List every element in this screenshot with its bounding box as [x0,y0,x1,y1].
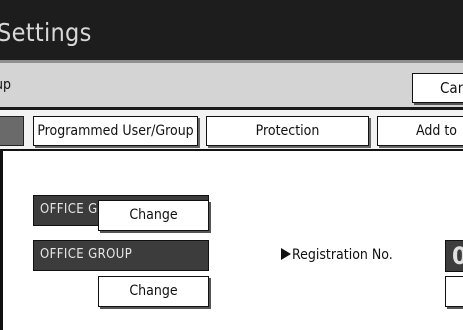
subheader-label: up [0,77,11,93]
registration-button[interactable] [445,276,463,307]
cancel-button[interactable]: Can [412,73,463,103]
tab-protection[interactable]: Protection [206,116,369,146]
change-button[interactable]: Change [98,276,209,307]
title-bar: Settings [0,0,463,63]
tab-selected[interactable] [0,116,24,146]
registration-label-text: Registration No. [292,247,393,263]
triangle-right-icon [281,248,291,260]
registration-number-field: 0 [445,240,463,272]
tab-add-to[interactable]: Add to [377,116,463,146]
registration-label: Registration No. [281,247,393,263]
subheader-bar: up [0,63,463,110]
group-name-field: OFFICE GROUP [33,240,209,271]
tab-programmed-user-group[interactable]: Programmed User/Group [33,116,198,146]
change-button[interactable]: Change [98,200,209,231]
page-title: Settings [0,18,92,47]
